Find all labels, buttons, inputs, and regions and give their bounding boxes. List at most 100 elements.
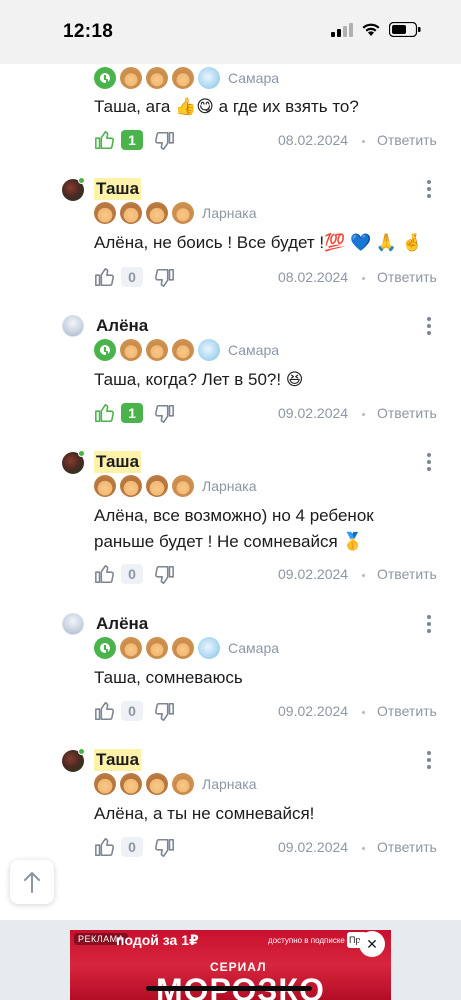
reply-button[interactable]: Ответить <box>377 132 437 148</box>
dislike-icon[interactable] <box>153 403 175 425</box>
achievement-badges: Ларнака <box>94 202 257 224</box>
cellular-signal-icon <box>331 22 353 37</box>
author-name[interactable]: Алёна <box>94 613 150 635</box>
boy-badge-icon <box>94 475 116 497</box>
wifi-icon <box>362 23 380 36</box>
girl-badge-icon <box>120 339 142 361</box>
online-indicator <box>78 450 85 457</box>
author-city: Ларнака <box>202 776 257 792</box>
dislike-icon[interactable] <box>153 701 175 723</box>
author-name[interactable]: Таша <box>94 451 142 473</box>
reply-button[interactable]: Ответить <box>377 566 437 582</box>
clock-badge-icon <box>94 637 116 659</box>
cloud-badge-icon <box>198 67 220 89</box>
avatar[interactable] <box>62 613 84 635</box>
boy-badge-icon <box>120 202 142 224</box>
rating-count: 0 <box>121 701 143 721</box>
separator-dot <box>362 140 365 143</box>
boy-badge-icon <box>146 773 168 795</box>
separator-dot <box>362 413 365 416</box>
comment-text: Таша, когда? Лет в 50?! 😆 <box>94 370 304 389</box>
dislike-icon[interactable] <box>153 130 175 152</box>
rating-count: 1 <box>121 403 143 423</box>
comment-date: 08.02.2024 <box>278 132 349 148</box>
rating-count: 0 <box>121 837 143 857</box>
more-options-icon[interactable] <box>424 180 434 198</box>
separator-dot <box>362 847 365 850</box>
like-icon[interactable] <box>94 129 116 151</box>
girl-badge-icon <box>146 67 168 89</box>
like-icon[interactable] <box>94 563 116 585</box>
achievement-badges: Ларнака <box>94 475 257 497</box>
ad-subline: доступно в подписке <box>268 936 345 945</box>
achievement-badges: Ларнака <box>94 773 257 795</box>
cloud-badge-icon <box>198 339 220 361</box>
like-icon[interactable] <box>94 402 116 424</box>
comment-text: Таша, сомневаюсь <box>94 668 243 687</box>
author-city: Самара <box>228 342 280 358</box>
dislike-icon[interactable] <box>153 564 175 586</box>
scroll-to-top-button[interactable] <box>10 860 54 904</box>
achievement-badges: Самара <box>94 637 279 659</box>
ad-headline: подой за 1₽ <box>116 932 199 948</box>
avatar[interactable] <box>62 315 84 337</box>
author-name[interactable]: Таша <box>94 749 142 771</box>
more-options-icon[interactable] <box>424 317 434 335</box>
boy-badge-icon <box>146 475 168 497</box>
achievement-badges: Самара <box>94 67 279 89</box>
more-options-icon[interactable] <box>424 453 434 471</box>
comment-date: 09.02.2024 <box>278 703 349 719</box>
rating-count: 1 <box>121 130 143 150</box>
status-icons <box>331 22 421 37</box>
comment-actions: 0 09.02.2024 Ответить <box>94 836 440 860</box>
clock-badge-icon <box>94 339 116 361</box>
comment-date: 09.02.2024 <box>278 405 349 421</box>
arrow-up-icon <box>24 872 40 893</box>
dislike-icon[interactable] <box>153 837 175 859</box>
status-time: 12:18 <box>63 21 114 42</box>
boy-badge-icon <box>146 202 168 224</box>
girl-badge-icon <box>172 475 194 497</box>
reply-button[interactable]: Ответить <box>377 703 437 719</box>
girl-badge-icon <box>120 637 142 659</box>
girl-badge-icon <box>172 339 194 361</box>
girl-badge-icon <box>146 637 168 659</box>
author-city: Ларнака <box>202 478 257 494</box>
girl-badge-icon <box>120 67 142 89</box>
dislike-icon[interactable] <box>153 267 175 289</box>
comment-text: Алёна, все возможно) но 4 ребенок раньше… <box>94 506 374 551</box>
comment-text: Таша, ага 👍😋 а где их взять то? <box>94 97 359 116</box>
reply-button[interactable]: Ответить <box>377 269 437 285</box>
comments-feed[interactable]: Самара Таша, ага 👍😋 а где их взять то? 1… <box>0 64 461 920</box>
status-bar: 12:18 <box>0 0 461 64</box>
boy-badge-icon <box>94 202 116 224</box>
boy-badge-icon <box>120 773 142 795</box>
girl-badge-icon <box>172 202 194 224</box>
author-name[interactable]: Таша <box>94 178 142 200</box>
rating-count: 0 <box>121 267 143 287</box>
boy-badge-icon <box>120 475 142 497</box>
separator-dot <box>362 277 365 280</box>
like-icon[interactable] <box>94 836 116 858</box>
boy-badge-icon <box>94 773 116 795</box>
ad-close-icon[interactable]: ✕ <box>359 931 385 957</box>
girl-badge-icon <box>172 67 194 89</box>
like-icon[interactable] <box>94 700 116 722</box>
girl-badge-icon <box>172 773 194 795</box>
rating-count: 0 <box>121 564 143 584</box>
more-options-icon[interactable] <box>424 751 434 769</box>
more-options-icon[interactable] <box>424 615 434 633</box>
author-city: Самара <box>228 70 280 86</box>
home-indicator <box>146 986 312 991</box>
separator-dot <box>362 574 365 577</box>
battery-icon <box>389 22 421 37</box>
comment-actions: 1 08.02.2024 Ответить <box>94 129 440 153</box>
cloud-badge-icon <box>198 637 220 659</box>
like-icon[interactable] <box>94 266 116 288</box>
comment-actions: 0 08.02.2024 Ответить <box>94 266 440 290</box>
author-name[interactable]: Алёна <box>94 315 150 337</box>
girl-badge-icon <box>172 637 194 659</box>
reply-button[interactable]: Ответить <box>377 405 437 421</box>
comment-date: 09.02.2024 <box>278 839 349 855</box>
reply-button[interactable]: Ответить <box>377 839 437 855</box>
